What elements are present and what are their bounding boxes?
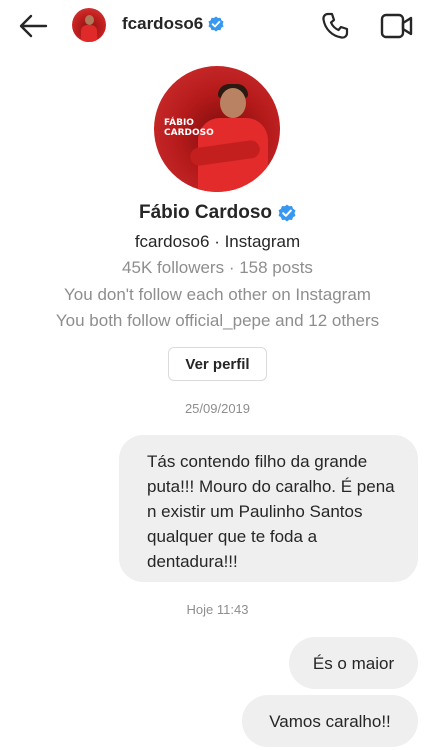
profile-stats: 45K followers · 158 posts: [122, 258, 313, 277]
profile-name: Fábio Cardoso: [138, 202, 272, 223]
profile-name-row: Fábio Cardoso: [0, 202, 435, 224]
verified-badge-icon: [278, 204, 296, 222]
verified-badge-icon: [208, 16, 224, 32]
received-message[interactable]: És o maior: [289, 637, 418, 689]
view-profile-button[interactable]: Ver perfil: [168, 347, 267, 381]
message-timestamp: Hoje 11:43: [186, 602, 249, 617]
message-timestamp: 25/09/2019: [184, 401, 251, 416]
follow-status: You don't follow each other on Instagram: [64, 285, 371, 304]
received-message[interactable]: Tás contendo filho da grande puta!!! Mou…: [119, 435, 418, 582]
received-message[interactable]: Vamos caralho!!: [242, 695, 418, 747]
avatar-logo-text: FÁBIO CARDOSO: [164, 118, 214, 138]
mutual-follows[interactable]: You both follow official_pepe and 12 oth…: [0, 311, 435, 331]
profile-handle: fcardoso6 · Instagram: [134, 232, 301, 251]
chat-header: fcardoso6: [0, 0, 435, 52]
header-avatar[interactable]: [72, 8, 106, 42]
header-username-container[interactable]: fcardoso6: [122, 14, 224, 34]
header-username[interactable]: fcardoso6: [122, 14, 203, 34]
profile-avatar[interactable]: FÁBIO CARDOSO: [154, 66, 280, 192]
arrow-left-icon[interactable]: [18, 12, 48, 40]
video-camera-icon[interactable]: [380, 12, 414, 40]
phone-icon[interactable]: [320, 11, 350, 41]
